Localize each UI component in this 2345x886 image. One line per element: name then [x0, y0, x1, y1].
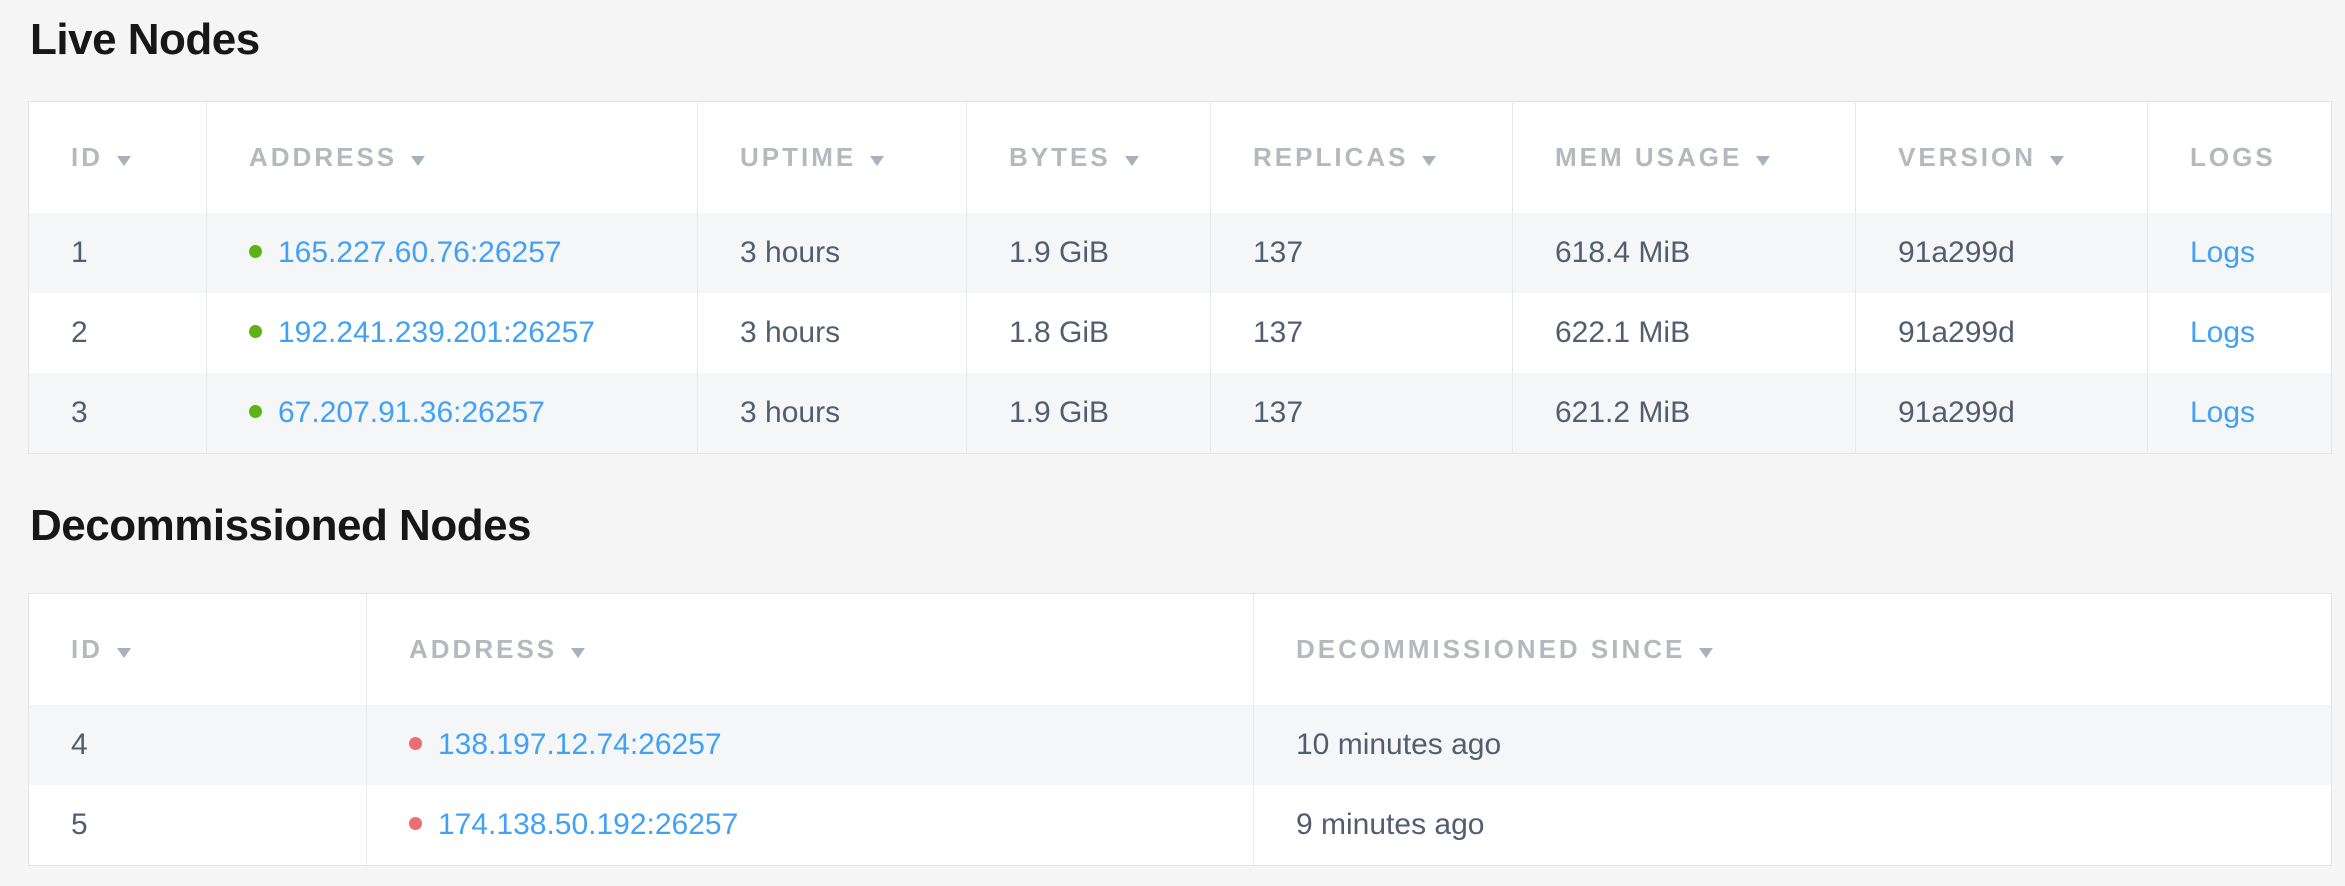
sort-arrow-icon: [2050, 156, 2064, 166]
node-address-cell: 174.138.50.192:26257: [367, 785, 1254, 866]
table-row: 4 138.197.12.74:26257 10 minutes ago: [29, 705, 2332, 785]
node-replicas-cell: 137: [1211, 293, 1513, 373]
column-header-id[interactable]: ID: [29, 101, 207, 213]
node-address-link[interactable]: 138.197.12.74:26257: [438, 728, 722, 761]
live-status-dot-icon: [249, 325, 262, 338]
live-status-dot-icon: [249, 245, 262, 258]
node-decommissioned-since-cell: 10 minutes ago: [1254, 705, 2332, 785]
column-header-bytes[interactable]: BYTES: [967, 101, 1211, 213]
nodes-overview-page: Live Nodes ID ADDRESS UPTIME BYTES REPLI…: [28, 14, 2331, 866]
node-logs-cell: Logs: [2148, 213, 2332, 293]
node-logs-cell: Logs: [2148, 373, 2332, 454]
sort-arrow-icon: [1422, 156, 1436, 166]
column-header-logs: LOGS: [2148, 101, 2332, 213]
decommissioned-status-dot-icon: [409, 737, 422, 750]
sort-arrow-icon: [1756, 156, 1770, 166]
node-replicas-cell: 137: [1211, 373, 1513, 454]
sort-arrow-icon: [571, 648, 585, 658]
decommissioned-nodes-title: Decommissioned Nodes: [30, 500, 2331, 553]
node-id-cell: 2: [29, 293, 207, 373]
column-header-label: ADDRESS: [409, 634, 557, 664]
node-mem-usage-cell: 622.1 MiB: [1513, 293, 1856, 373]
table-row: 1 165.227.60.76:26257 3 hours 1.9 GiB 13…: [29, 213, 2332, 293]
column-header-label: UPTIME: [740, 142, 856, 172]
node-address-cell: 165.227.60.76:26257: [207, 213, 698, 293]
column-header-id[interactable]: ID: [29, 593, 367, 705]
node-version-cell: 91a299d: [1856, 213, 2148, 293]
node-id-cell: 4: [29, 705, 367, 785]
decommissioned-nodes-section: Decommissioned Nodes ID ADDRESS DECOMMIS…: [28, 500, 2331, 866]
node-bytes-cell: 1.9 GiB: [967, 213, 1211, 293]
node-address-cell: 138.197.12.74:26257: [367, 705, 1254, 785]
column-header-label: ID: [71, 142, 103, 172]
column-header-address[interactable]: ADDRESS: [207, 101, 698, 213]
decommissioned-nodes-table: ID ADDRESS DECOMMISSIONED SINCE 4 138.19…: [28, 593, 2332, 866]
node-address-link[interactable]: 174.138.50.192:26257: [438, 808, 738, 841]
column-header-address[interactable]: ADDRESS: [367, 593, 1254, 705]
column-header-label: ADDRESS: [249, 142, 397, 172]
column-header-label: VERSION: [1898, 142, 2036, 172]
node-mem-usage-cell: 618.4 MiB: [1513, 213, 1856, 293]
table-row: 3 67.207.91.36:26257 3 hours 1.9 GiB 137…: [29, 373, 2332, 454]
column-header-mem-usage[interactable]: MEM USAGE: [1513, 101, 1856, 213]
table-row: 5 174.138.50.192:26257 9 minutes ago: [29, 785, 2332, 866]
sort-arrow-icon: [117, 648, 131, 658]
node-logs-cell: Logs: [2148, 293, 2332, 373]
sort-arrow-icon: [1125, 156, 1139, 166]
node-logs-link[interactable]: Logs: [2190, 236, 2255, 269]
node-version-cell: 91a299d: [1856, 293, 2148, 373]
column-header-label: ID: [71, 634, 103, 664]
node-address-link[interactable]: 192.241.239.201:26257: [278, 316, 595, 349]
table-header-row: ID ADDRESS DECOMMISSIONED SINCE: [29, 593, 2332, 705]
node-uptime-cell: 3 hours: [698, 373, 967, 454]
column-header-label: MEM USAGE: [1555, 142, 1742, 172]
sort-arrow-icon: [117, 156, 131, 166]
live-status-dot-icon: [249, 405, 262, 418]
table-row: 2 192.241.239.201:26257 3 hours 1.8 GiB …: [29, 293, 2332, 373]
node-bytes-cell: 1.9 GiB: [967, 373, 1211, 454]
live-nodes-section: Live Nodes ID ADDRESS UPTIME BYTES REPLI…: [28, 14, 2331, 454]
node-address-cell: 67.207.91.36:26257: [207, 373, 698, 454]
column-header-decommissioned-since[interactable]: DECOMMISSIONED SINCE: [1254, 593, 2332, 705]
node-mem-usage-cell: 621.2 MiB: [1513, 373, 1856, 454]
node-id-cell: 5: [29, 785, 367, 866]
node-logs-link[interactable]: Logs: [2190, 396, 2255, 429]
node-decommissioned-since-cell: 9 minutes ago: [1254, 785, 2332, 866]
node-bytes-cell: 1.8 GiB: [967, 293, 1211, 373]
table-header-row: ID ADDRESS UPTIME BYTES REPLICAS MEM USA…: [29, 101, 2332, 213]
column-header-label: REPLICAS: [1253, 142, 1408, 172]
column-header-replicas[interactable]: REPLICAS: [1211, 101, 1513, 213]
sort-arrow-icon: [411, 156, 425, 166]
column-header-label: BYTES: [1009, 142, 1111, 172]
sort-arrow-icon: [870, 156, 884, 166]
node-version-cell: 91a299d: [1856, 373, 2148, 454]
node-logs-link[interactable]: Logs: [2190, 316, 2255, 349]
node-uptime-cell: 3 hours: [698, 293, 967, 373]
column-header-label: DECOMMISSIONED SINCE: [1296, 634, 1685, 664]
live-nodes-table: ID ADDRESS UPTIME BYTES REPLICAS MEM USA…: [28, 101, 2332, 454]
sort-arrow-icon: [1699, 648, 1713, 658]
node-address-link[interactable]: 165.227.60.76:26257: [278, 236, 562, 269]
column-header-uptime[interactable]: UPTIME: [698, 101, 967, 213]
decommissioned-status-dot-icon: [409, 817, 422, 830]
node-uptime-cell: 3 hours: [698, 213, 967, 293]
column-header-version[interactable]: VERSION: [1856, 101, 2148, 213]
column-header-label: LOGS: [2190, 142, 2276, 172]
live-nodes-title: Live Nodes: [30, 14, 2331, 67]
node-address-link[interactable]: 67.207.91.36:26257: [278, 396, 545, 429]
node-replicas-cell: 137: [1211, 213, 1513, 293]
node-id-cell: 1: [29, 213, 207, 293]
node-id-cell: 3: [29, 373, 207, 454]
node-address-cell: 192.241.239.201:26257: [207, 293, 698, 373]
